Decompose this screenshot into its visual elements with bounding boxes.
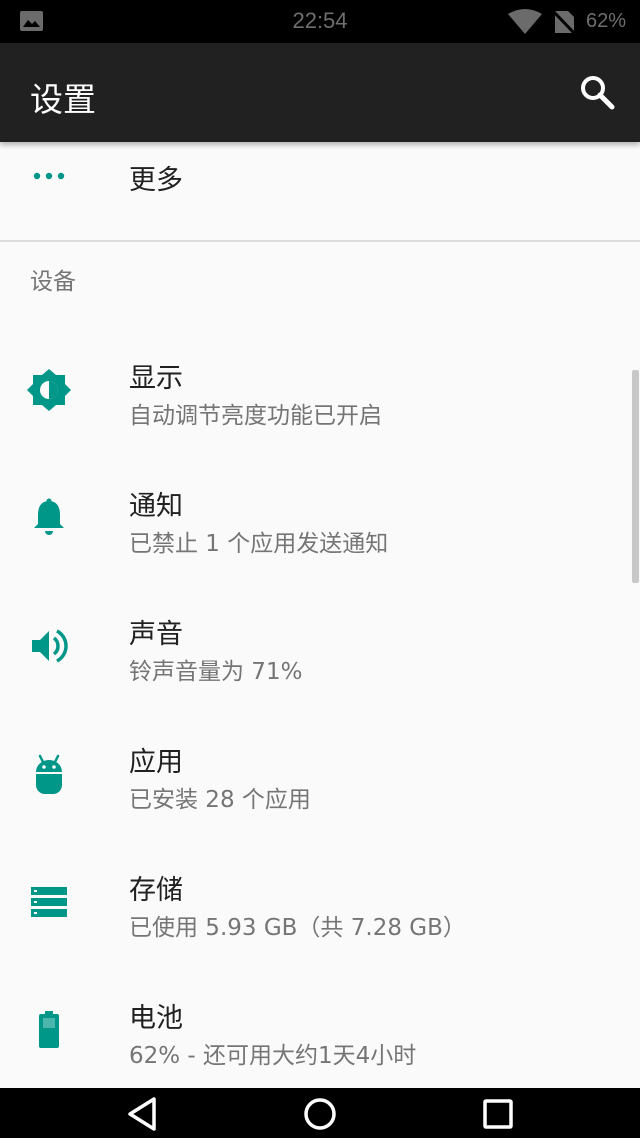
settings-item-apps[interactable]: 应用 已安装 28 个应用 — [0, 716, 640, 844]
home-icon[interactable] — [300, 1094, 340, 1134]
battery-percentage: 62% — [586, 10, 627, 32]
settings-item-summary: 62% - 还可用大约1天4小时 — [129, 1043, 417, 1069]
settings-item-summary: 已禁止 1 个应用发送通知 — [129, 531, 389, 557]
wifi-icon — [508, 9, 542, 34]
settings-list: 更多 设备 显示 自动调节亮度功能已开启 通知 已禁止 1 个应用发送通知 声音… — [0, 142, 640, 1088]
back-icon[interactable] — [124, 1094, 164, 1134]
navigation-bar — [0, 1088, 640, 1138]
settings-item-label: 应用 — [129, 747, 183, 778]
app-bar: 设置 — [0, 43, 640, 142]
recents-icon[interactable] — [478, 1094, 518, 1134]
no-sim-icon — [552, 9, 576, 35]
settings-item-label: 电池 — [129, 1003, 183, 1034]
bell-icon — [26, 495, 72, 541]
settings-item-label: 显示 — [129, 363, 183, 394]
settings-item-label: 通知 — [129, 491, 183, 522]
section-header-device: 设备 — [30, 269, 76, 295]
settings-item-notifications[interactable]: 通知 已禁止 1 个应用发送通知 — [0, 460, 640, 588]
settings-item-summary: 铃声音量为 71% — [129, 659, 303, 685]
settings-item-display[interactable]: 显示 自动调节亮度功能已开启 — [0, 332, 640, 460]
settings-item-label: 更多 — [129, 165, 183, 196]
status-time: 22:54 — [292, 8, 348, 33]
scrollbar[interactable] — [632, 370, 639, 583]
settings-item-label: 声音 — [129, 619, 183, 650]
settings-screen: 22:54 62% 设置 更多 设备 显示 自动调节亮度功能已开启 通知 已禁止… — [0, 0, 640, 1138]
divider — [0, 240, 640, 242]
android-icon — [26, 751, 72, 797]
settings-item-summary: 自动调节亮度功能已开启 — [129, 403, 382, 429]
settings-item-battery[interactable]: 电池 62% - 还可用大约1天4小时 — [0, 972, 640, 1088]
page-title: 设置 — [30, 80, 96, 119]
volume-icon — [26, 623, 72, 669]
battery-icon — [26, 1007, 72, 1053]
settings-item-sound[interactable]: 声音 铃声音量为 71% — [0, 588, 640, 716]
brightness-icon — [26, 367, 72, 413]
settings-item-summary: 已安装 28 个应用 — [129, 787, 311, 813]
settings-item-more[interactable]: 更多 — [0, 142, 640, 240]
settings-item-label: 存储 — [129, 875, 183, 906]
more-horiz-icon — [26, 152, 72, 198]
storage-icon — [26, 879, 72, 925]
status-bar: 22:54 62% — [0, 0, 640, 43]
settings-item-summary: 已使用 5.93 GB（共 7.28 GB） — [129, 915, 466, 941]
settings-item-storage[interactable]: 存储 已使用 5.93 GB（共 7.28 GB） — [0, 844, 640, 972]
search-icon[interactable] — [578, 73, 618, 113]
